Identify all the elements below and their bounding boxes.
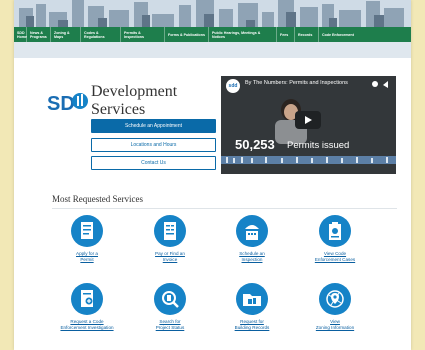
- section-title: Most Requested Services: [52, 194, 143, 204]
- service-schedule-inspection[interactable]: Schedule an Inspection: [211, 215, 293, 263]
- nav-codes-regulations[interactable]: Codes & Regulations: [81, 27, 121, 42]
- service-request-investigation[interactable]: Request a Code Enforcement Investigation: [46, 283, 128, 331]
- page-frame: SDD Home News & Programs Zoning & Maps C…: [14, 0, 411, 350]
- search-building-icon: [154, 283, 186, 315]
- nav-zoning-maps[interactable]: Zoning & Maps: [51, 27, 81, 42]
- nav-news-programs[interactable]: News & Programs: [27, 27, 51, 42]
- play-icon: [305, 116, 312, 124]
- nav-records[interactable]: Records: [295, 27, 319, 42]
- nav-code-enforcement[interactable]: Code Enforcement: [319, 27, 359, 42]
- nav-home[interactable]: SDD Home: [14, 27, 27, 42]
- share-icon[interactable]: [371, 79, 391, 89]
- video-decoration: [221, 156, 396, 164]
- skyline-banner: SDD Home News & Programs Zoning & Maps C…: [14, 0, 411, 58]
- sdd-logo: SD: [47, 93, 88, 114]
- calendar-helmet-icon: [236, 215, 268, 247]
- service-building-records[interactable]: Request for Building Records: [211, 283, 293, 331]
- invoice-icon: [154, 215, 186, 247]
- channel-logo: sdd: [226, 79, 240, 93]
- contact-us-button[interactable]: Contact Us: [91, 156, 216, 170]
- stat-number: 50,253: [235, 137, 275, 152]
- section-divider: [52, 208, 397, 209]
- schedule-appointment-button[interactable]: Schedule an Appointment: [91, 119, 216, 133]
- svg-text:SD: SD: [47, 93, 75, 114]
- clipboard-icon: [319, 215, 351, 247]
- service-apply-permit[interactable]: Apply for a Permit: [46, 215, 128, 263]
- document-icon: [71, 215, 103, 247]
- page-title: Development Services: [91, 83, 178, 118]
- nav-public-hearings[interactable]: Public Hearings, Meetings & Notices: [209, 27, 277, 42]
- locations-hours-button[interactable]: Locations and Hours: [91, 138, 216, 152]
- main-navigation: SDD Home News & Programs Zoning & Maps C…: [14, 27, 411, 42]
- folder-icon: [236, 283, 268, 315]
- video-player[interactable]: sdd By The Numbers: Permits and Inspecti…: [221, 76, 396, 174]
- video-title[interactable]: By The Numbers: Permits and Inspections: [245, 80, 348, 86]
- service-pay-invoice[interactable]: Pay or Find an Invoice: [129, 215, 211, 263]
- map-pin-icon: [319, 283, 351, 315]
- nav-forms-publications[interactable]: Forms & Publications: [165, 27, 209, 42]
- service-search-project-status[interactable]: Search for Project Status: [129, 283, 211, 331]
- request-form-icon: [71, 283, 103, 315]
- service-zoning-information[interactable]: View Zoning Information: [294, 283, 376, 331]
- play-button[interactable]: [295, 111, 321, 129]
- nav-fees[interactable]: Fees: [277, 27, 295, 42]
- stat-caption: Permits issued: [287, 140, 350, 151]
- nav-permits-inspections[interactable]: Permits & Inspections: [121, 27, 165, 42]
- service-view-code-enforcement[interactable]: View Code Enforcement Cases: [294, 215, 376, 263]
